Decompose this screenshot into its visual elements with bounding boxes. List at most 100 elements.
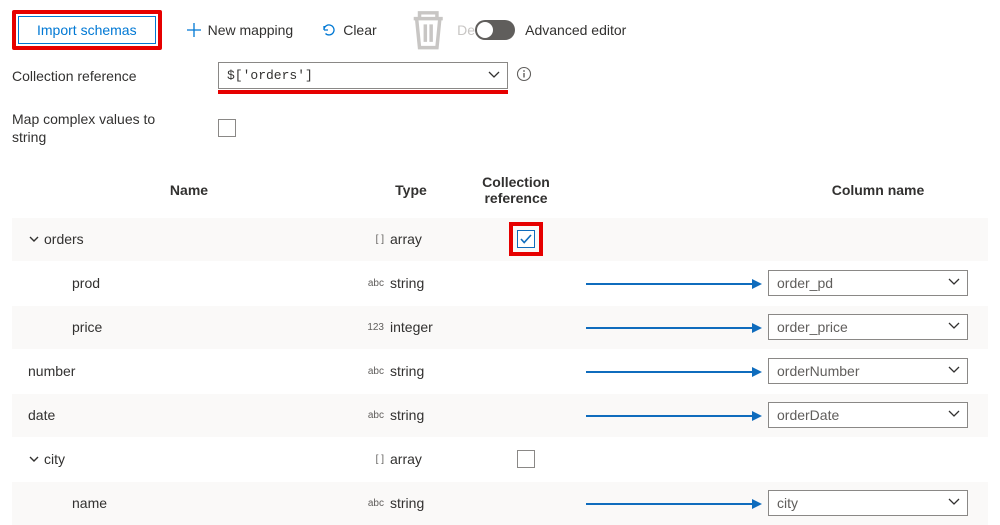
chevron-down-icon xyxy=(28,233,40,245)
header-type: Type xyxy=(366,182,456,198)
cell-type: abcstring xyxy=(366,275,466,291)
cell-type: [ ] array xyxy=(366,231,466,247)
cell-name: prod xyxy=(12,275,366,291)
mapping-arrow xyxy=(586,371,768,372)
type-badge: 123 xyxy=(366,322,384,333)
mapping-arrow xyxy=(586,415,768,416)
column-name-value: order_price xyxy=(777,319,848,335)
cell-type: abcstring xyxy=(366,495,466,511)
cell-column-name: order_pd xyxy=(768,270,988,296)
mapping-arrow xyxy=(586,283,768,284)
row-name: city xyxy=(44,451,65,467)
type-badge: abc xyxy=(366,366,384,377)
row-expander[interactable] xyxy=(28,453,40,465)
column-name-value: orderDate xyxy=(777,407,839,423)
row-name: number xyxy=(28,363,75,379)
type-text: array xyxy=(390,451,422,467)
chevron-down-icon xyxy=(947,363,961,377)
cell-column-name: orderDate xyxy=(768,402,988,428)
mapping-row: price 123 integer order_price xyxy=(12,305,988,349)
chevron-down-icon xyxy=(947,319,961,333)
collection-reference-label: Collection reference xyxy=(12,68,218,84)
mapping-arrow xyxy=(586,503,768,504)
cell-type: abc string xyxy=(366,363,466,379)
collection-reference-checkbox[interactable] xyxy=(517,230,535,248)
clear-button[interactable]: Clear xyxy=(311,16,386,44)
mapping-row: prod abcstring order_pd xyxy=(12,261,988,305)
row-expander[interactable] xyxy=(28,233,40,245)
cell-type: [ ] array xyxy=(366,451,466,467)
column-name-value: city xyxy=(777,495,798,511)
import-schemas-button[interactable]: Import schemas xyxy=(18,16,156,44)
mapping-arrow xyxy=(586,459,768,460)
column-name-value: order_pd xyxy=(777,275,833,291)
collection-reference-dropdown[interactable]: $['orders'] xyxy=(218,62,508,89)
cell-type: 123 integer xyxy=(366,319,466,335)
row-name: prod xyxy=(72,275,100,291)
chevron-down-icon xyxy=(28,453,40,465)
chevron-down-icon xyxy=(947,495,961,509)
cell-name: name xyxy=(12,495,366,511)
type-text: array xyxy=(390,231,422,247)
type-text: string xyxy=(390,495,424,511)
map-complex-checkbox[interactable] xyxy=(218,119,236,137)
cell-column-name: order_price xyxy=(768,314,988,340)
refresh-icon xyxy=(321,22,337,38)
chevron-down-icon xyxy=(947,407,961,421)
row-name: orders xyxy=(44,231,84,247)
cell-name: orders xyxy=(12,231,366,247)
row-name: name xyxy=(72,495,107,511)
new-mapping-button[interactable]: New mapping xyxy=(176,16,304,44)
column-name-dropdown[interactable]: orderDate xyxy=(768,402,968,428)
row-name: date xyxy=(28,407,55,423)
column-name-dropdown[interactable]: order_pd xyxy=(768,270,968,296)
cell-name: price xyxy=(12,319,366,335)
cell-name: date xyxy=(12,407,366,423)
chevron-down-icon xyxy=(947,275,961,289)
cell-column-name: orderNumber xyxy=(768,358,988,384)
type-text: string xyxy=(390,363,424,379)
plus-icon xyxy=(186,22,202,38)
mapping-arrow xyxy=(586,239,768,240)
cell-name: number xyxy=(12,363,366,379)
collection-reference-checkbox[interactable] xyxy=(517,450,535,468)
map-complex-label: Map complex values to string xyxy=(12,110,192,146)
highlight-collection-reference xyxy=(218,90,508,94)
cell-name: city xyxy=(12,451,366,467)
column-name-dropdown[interactable]: orderNumber xyxy=(768,358,968,384)
column-name-value: orderNumber xyxy=(777,363,859,379)
mapping-row: number abc string orderNumber xyxy=(12,349,988,393)
clear-label: Clear xyxy=(343,22,376,38)
import-schemas-label: Import schemas xyxy=(37,22,137,38)
column-name-dropdown[interactable]: city xyxy=(768,490,968,516)
trash-icon xyxy=(405,7,451,53)
type-badge: [ ] xyxy=(366,454,384,465)
cell-collection-reference xyxy=(466,450,586,468)
highlight-import: Import schemas xyxy=(12,10,162,50)
check-icon xyxy=(519,232,533,246)
header-name: Name xyxy=(12,182,366,198)
cell-type: abc string xyxy=(366,407,466,423)
cell-column-name: city xyxy=(768,490,988,516)
type-badge: [ ] xyxy=(366,234,384,245)
delete-button: Delete xyxy=(395,16,461,44)
mapping-arrow xyxy=(586,327,768,328)
mapping-row: name abcstring city xyxy=(12,481,988,525)
info-icon[interactable] xyxy=(516,66,532,85)
collection-reference-value: $['orders'] xyxy=(227,68,313,83)
highlight-ref-checkbox xyxy=(509,222,543,256)
header-collection-reference: Collection reference xyxy=(456,174,576,206)
advanced-editor-toggle[interactable] xyxy=(475,20,515,40)
row-name: price xyxy=(72,319,102,335)
header-column-name: Column name xyxy=(768,182,988,198)
mapping-row: date abc string orderDate xyxy=(12,393,988,437)
advanced-editor-label: Advanced editor xyxy=(525,22,626,38)
column-name-dropdown[interactable]: order_price xyxy=(768,314,968,340)
type-text: string xyxy=(390,407,424,423)
mapping-row: city [ ] array xyxy=(12,437,988,481)
type-text: integer xyxy=(390,319,433,335)
chevron-down-icon xyxy=(487,68,501,82)
type-badge: abc xyxy=(366,278,384,289)
new-mapping-label: New mapping xyxy=(208,22,294,38)
type-badge: abc xyxy=(366,410,384,421)
